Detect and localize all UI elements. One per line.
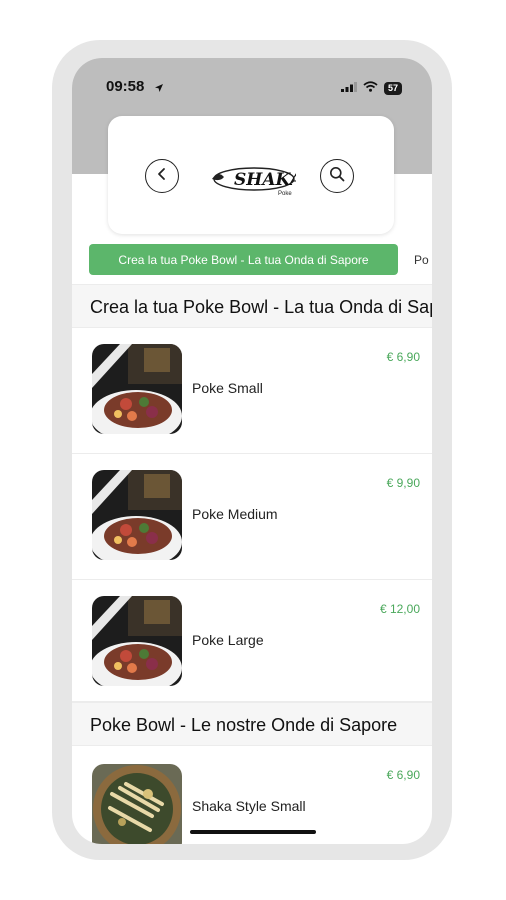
category-chip[interactable]: Po	[414, 244, 429, 275]
header-card: SHAKA Poke	[108, 116, 394, 234]
item-name: Poke Small	[192, 380, 263, 396]
category-chip-active[interactable]: Crea la tua Poke Bowl - La tua Onda di S…	[89, 244, 398, 275]
poke-bowl-image	[92, 344, 182, 434]
item-name: Shaka Style Small	[192, 798, 306, 814]
search-icon	[329, 166, 345, 187]
back-button[interactable]	[145, 159, 179, 193]
app-screen: 09:58 57 SHAKA Poke Crea la tua Poke Bow…	[72, 58, 432, 844]
status-bar: 09:58 57	[72, 58, 432, 114]
search-button[interactable]	[320, 159, 354, 193]
poke-bowl-image	[92, 596, 182, 686]
section-header: Poke Bowl - Le nostre Onde di Sapore	[72, 702, 432, 746]
menu-item[interactable]: Poke Large € 12,00	[72, 580, 432, 702]
item-price: € 9,90	[386, 476, 420, 490]
cellular-signal-icon	[340, 79, 357, 97]
item-price: € 6,90	[386, 768, 420, 782]
home-indicator[interactable]	[190, 830, 316, 834]
item-name: Poke Large	[192, 632, 264, 648]
item-price: € 6,90	[386, 350, 420, 364]
status-time: 09:58	[106, 78, 145, 95]
section-title: Poke Bowl - Le nostre Onde di Sapore	[90, 715, 398, 735]
section-title: Crea la tua Poke Bowl - La tua Onda di S…	[90, 297, 432, 317]
battery-indicator: 57	[383, 81, 402, 95]
menu-item[interactable]: Poke Small € 6,90	[72, 328, 432, 454]
poke-bowl-image	[92, 470, 182, 560]
category-tabs: Crea la tua Poke Bowl - La tua Onda di S…	[72, 244, 432, 278]
chevron-left-icon	[155, 167, 169, 186]
location-arrow-icon	[154, 80, 164, 98]
section-header: Crea la tua Poke Bowl - La tua Onda di S…	[72, 284, 432, 328]
item-price: € 12,00	[379, 602, 420, 616]
wifi-icon	[363, 79, 378, 97]
menu-item[interactable]: Poke Medium € 9,90	[72, 454, 432, 580]
shaka-bowl-image	[92, 764, 182, 844]
logo-subtitle: Poke	[278, 191, 292, 197]
logo-text: SHAKA	[234, 170, 296, 190]
item-name: Poke Medium	[192, 506, 278, 522]
